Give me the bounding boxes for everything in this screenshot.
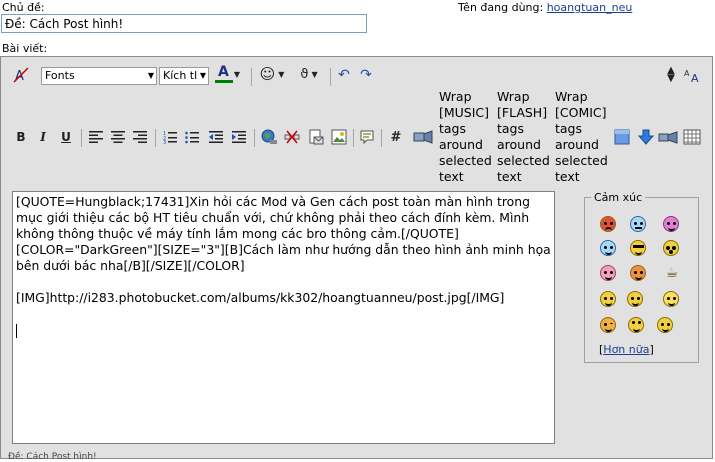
pig-icon[interactable] — [600, 265, 616, 281]
eek-icon[interactable] — [663, 240, 679, 256]
toolbar-divider — [81, 129, 82, 147]
smilies-more-link[interactable]: Hơn nữa — [603, 343, 649, 356]
switch-mode-icon[interactable]: AA — [683, 65, 703, 85]
username-link[interactable]: hoangtuan_neu — [547, 1, 633, 14]
wink-icon[interactable] — [600, 317, 616, 333]
insert-download-icon[interactable] — [636, 127, 656, 147]
insert-comic-icon[interactable] — [658, 127, 678, 147]
smiley-icon: ☺ — [259, 65, 276, 83]
smilies-legend: Cảm xúc — [591, 191, 646, 204]
tongue-icon[interactable] — [663, 216, 679, 232]
insert-flash-icon[interactable] — [612, 127, 632, 147]
chevron-down-icon: ▼ — [233, 69, 240, 79]
grin-icon[interactable] — [627, 291, 643, 307]
toolbar-divider — [254, 129, 255, 147]
redo-icon[interactable]: ↷ — [356, 65, 376, 85]
svg-text:3: 3 — [163, 140, 166, 144]
unordered-list-icon[interactable] — [182, 127, 202, 147]
chevron-down-icon: ▼ — [147, 71, 154, 80]
font-select-value: Fonts — [45, 69, 75, 82]
paperclip-icon: ϑ — [300, 66, 309, 82]
subject-label: Chủ đề: — [2, 1, 45, 14]
text-color-button[interactable]: A ▼ — [214, 64, 240, 84]
chevron-down-icon: ▼ — [311, 69, 318, 79]
toolbar-divider — [381, 129, 382, 147]
username-row: Tên đang dùng: hoangtuan_neu — [458, 1, 632, 14]
code-hash-button[interactable]: # — [386, 127, 406, 147]
angry-icon[interactable] — [630, 265, 646, 281]
size-select-value: Kích tl — [163, 69, 198, 82]
confused-icon[interactable] — [630, 216, 646, 232]
underline-button[interactable]: U — [56, 127, 76, 147]
resize-arrows-icon[interactable]: ▲ ▼ — [661, 65, 681, 85]
wrap-comic-button[interactable]: Wrap [COMIC] tags around selected text — [555, 89, 613, 185]
insert-email-icon[interactable] — [306, 127, 326, 147]
bold-button[interactable]: B — [11, 127, 31, 147]
color-bar — [215, 80, 233, 83]
text-caret — [16, 323, 17, 338]
size-select[interactable]: Kích tl ▼ — [159, 67, 209, 85]
insert-table-icon[interactable] — [682, 127, 702, 147]
remove-format-icon[interactable]: A — [11, 65, 31, 85]
toolbar-divider — [330, 68, 331, 86]
smile-icon[interactable] — [600, 291, 616, 307]
insert-music-icon[interactable] — [411, 127, 435, 147]
smilies-dropdown[interactable]: ☺ ▼ — [257, 64, 287, 84]
message-text: [QUOTE=Hungblack;17431]Xin hỏi các Mod v… — [16, 194, 551, 305]
sunglasses-icon[interactable] — [630, 240, 646, 256]
text-color-glyph: A — [218, 64, 229, 80]
roll-icon[interactable] — [628, 317, 644, 333]
angel-icon[interactable] — [663, 291, 679, 307]
wrap-music-button[interactable]: Wrap [MUSIC] tags around selected text — [439, 89, 497, 185]
chevron-down-icon: ▼ — [199, 71, 206, 80]
cool-icon[interactable] — [600, 240, 616, 256]
svg-text:A: A — [691, 72, 699, 83]
username-label: Tên đang dùng: — [458, 1, 544, 14]
toolbar-divider — [353, 129, 354, 147]
insert-image-icon[interactable] — [329, 127, 349, 147]
remove-link-icon[interactable] — [282, 127, 302, 147]
subject-input[interactable] — [1, 14, 367, 33]
font-select[interactable]: Fonts ▼ — [41, 67, 157, 85]
ordered-list-icon[interactable]: 123 — [160, 127, 180, 147]
smilies-more: [Hơn nữa] — [599, 343, 654, 356]
indent-icon[interactable] — [229, 127, 249, 147]
insert-link-icon[interactable] — [259, 127, 279, 147]
attachment-dropdown[interactable]: ϑ ▼ — [294, 64, 324, 84]
message-label: Bài viết: — [2, 42, 48, 55]
coffee-icon[interactable]: ☕ — [662, 263, 682, 283]
message-textarea[interactable]: [QUOTE=Hungblack;17431]Xin hỏi các Mod v… — [12, 191, 555, 444]
mad-icon[interactable] — [600, 216, 616, 232]
align-left-icon[interactable] — [86, 127, 106, 147]
align-center-icon[interactable] — [108, 127, 128, 147]
thumbs-icon[interactable] — [657, 317, 673, 333]
editor-panel: A Fonts▼ Kích tl▼ A ▼ ☺▼ ϑ▼ ↶ ↷ ▲▼ AA Wr… — [0, 56, 713, 459]
svg-text:A: A — [684, 69, 690, 78]
chevron-down-icon: ▼ — [278, 69, 285, 79]
footer-text: Đề: Cách Post hình! — [8, 452, 97, 462]
wrap-flash-button[interactable]: Wrap [FLASH] tags around selected text — [497, 89, 555, 185]
align-right-icon[interactable] — [130, 127, 150, 147]
outdent-icon[interactable] — [206, 127, 226, 147]
undo-icon[interactable]: ↶ — [334, 65, 354, 85]
toolbar-divider — [251, 68, 252, 86]
italic-button[interactable]: I — [33, 127, 53, 147]
quote-icon[interactable] — [357, 127, 377, 147]
toolbar-divider — [155, 129, 156, 147]
